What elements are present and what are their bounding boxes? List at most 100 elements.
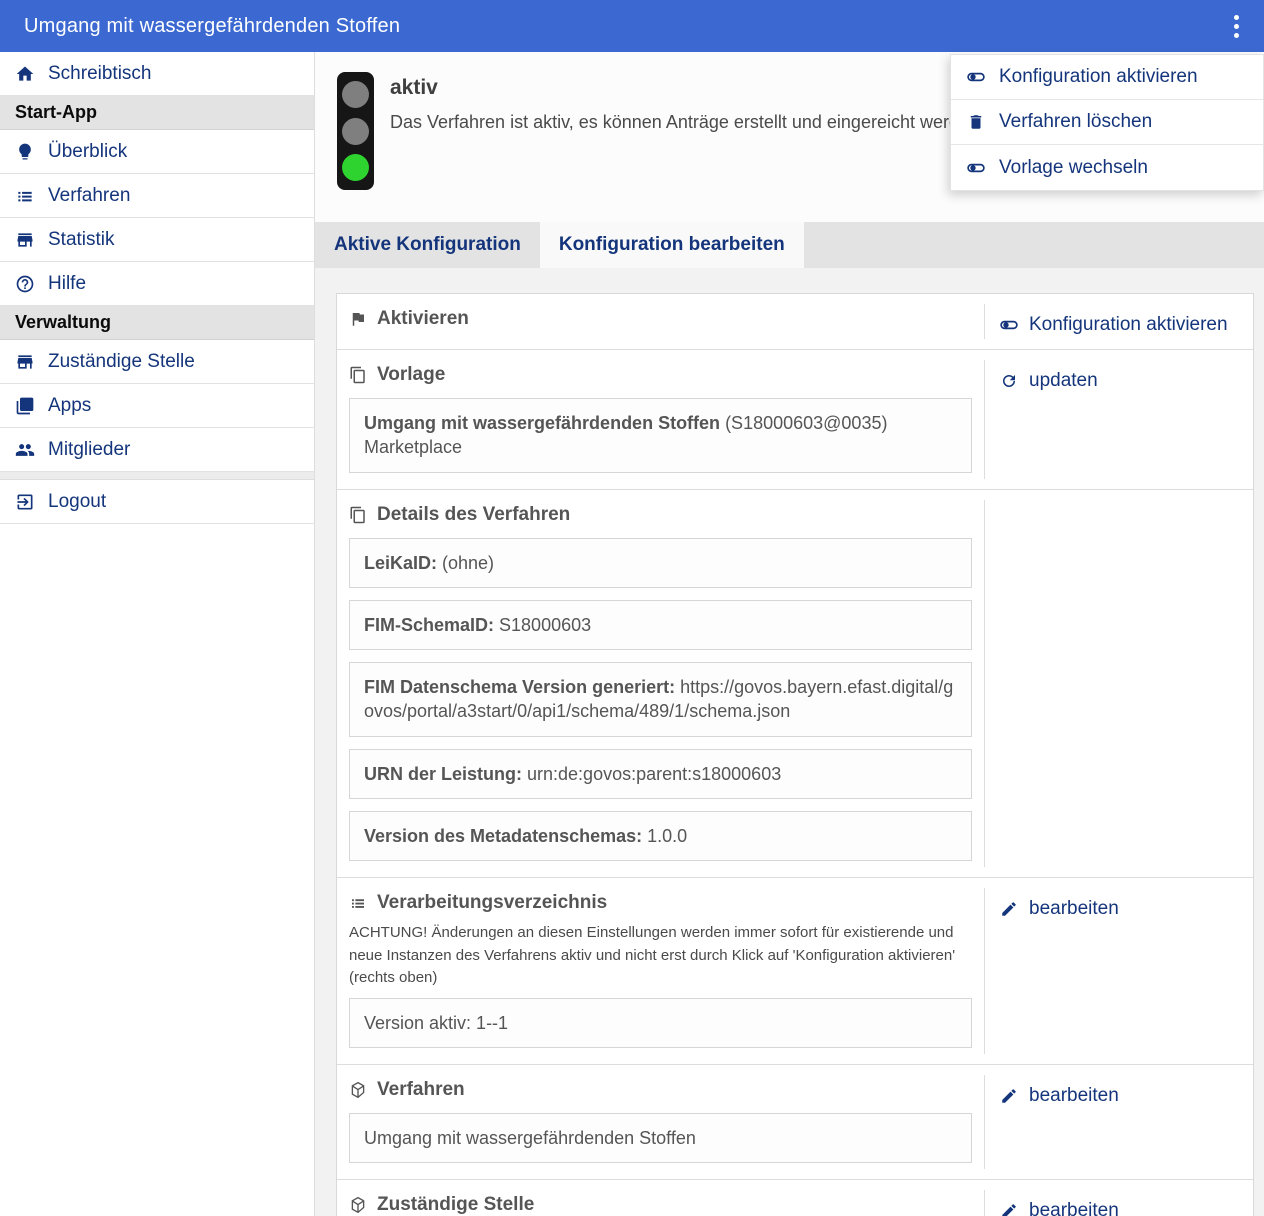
home-icon bbox=[15, 64, 35, 84]
lightbulb-icon bbox=[15, 142, 35, 162]
menu-item-konfiguration-aktivieren[interactable]: Konfiguration aktivieren bbox=[951, 55, 1263, 100]
sidebar: Schreibtisch Start-App Überblick Verfahr… bbox=[0, 52, 315, 1216]
package-icon bbox=[349, 1196, 367, 1214]
copy-icon bbox=[349, 506, 367, 524]
section-verfahren: Verfahren Umgang mit wassergefährdenden … bbox=[337, 1065, 1253, 1180]
section-zustaendige-stelle: Zuständige Stelle Musterstadt - Demoamt … bbox=[337, 1180, 1253, 1216]
logout-icon bbox=[15, 492, 35, 512]
sidebar-item-schreibtisch[interactable]: Schreibtisch bbox=[0, 52, 314, 96]
sidebar-item-label: Logout bbox=[48, 491, 106, 513]
traffic-light-icon bbox=[337, 72, 374, 190]
detail-box-fim-datenschema: FIM Datenschema Version generiert: https… bbox=[349, 662, 972, 737]
action-label: updaten bbox=[1029, 370, 1098, 392]
section-verarbeitungsverzeichnis: Verarbeitungsverzeichnis ACHTUNG! Änderu… bbox=[337, 878, 1253, 1065]
verfahren-value-box: Umgang mit wassergefährdenden Stoffen bbox=[349, 1113, 972, 1163]
package-icon bbox=[349, 1081, 367, 1099]
sidebar-item-label: Verfahren bbox=[48, 185, 130, 207]
menu-item-verfahren-loeschen[interactable]: Verfahren löschen bbox=[951, 100, 1263, 145]
traffic-light-yellow-off bbox=[342, 118, 369, 145]
toggle-icon bbox=[967, 159, 985, 177]
list-icon bbox=[349, 894, 367, 912]
detail-box-urn: URN der Leistung: urn:de:govos:parent:s1… bbox=[349, 749, 972, 799]
status-description: Das Verfahren ist aktiv, es können Anträ… bbox=[390, 112, 984, 133]
sidebar-item-apps[interactable]: Apps bbox=[0, 384, 314, 428]
bearbeiten-button-zustaendige-stelle[interactable]: bearbeiten bbox=[1000, 1200, 1119, 1216]
section-title: Verfahren bbox=[377, 1079, 465, 1101]
section-title: Details des Verfahren bbox=[377, 504, 570, 526]
sidebar-item-mitglieder[interactable]: Mitglieder bbox=[0, 428, 314, 472]
section-title: Vorlage bbox=[377, 364, 445, 386]
sidebar-section-label: Start-App bbox=[15, 102, 97, 123]
action-label: bearbeiten bbox=[1029, 1085, 1119, 1107]
apps-icon bbox=[15, 396, 35, 416]
detail-label: URN der Leistung: bbox=[364, 764, 522, 784]
help-icon bbox=[15, 274, 35, 294]
updaten-button[interactable]: updaten bbox=[1000, 370, 1098, 392]
tab-bar: Aktive Konfiguration Konfiguration bearb… bbox=[315, 222, 1264, 268]
context-dropdown-menu: Konfiguration aktivieren Verfahren lösch… bbox=[950, 54, 1264, 191]
sidebar-item-label: Statistik bbox=[48, 229, 115, 251]
detail-label: Version des Metadatenschemas: bbox=[364, 826, 642, 846]
menu-item-label: Konfiguration aktivieren bbox=[999, 66, 1198, 88]
version-aktiv-box: Version aktiv: 1--1 bbox=[349, 998, 972, 1048]
vorlage-id: (S18000603@0035) bbox=[720, 413, 887, 433]
pencil-icon bbox=[1000, 900, 1018, 918]
store-icon bbox=[15, 230, 35, 250]
bearbeiten-button-verfahren[interactable]: bearbeiten bbox=[1000, 1085, 1119, 1107]
sidebar-item-label: Zuständige Stelle bbox=[48, 351, 195, 373]
sidebar-section-start-app: Start-App bbox=[0, 96, 314, 130]
sidebar-divider bbox=[0, 472, 314, 480]
sidebar-item-ueberblick[interactable]: Überblick bbox=[0, 130, 314, 174]
app-title: Umgang mit wassergefährdenden Stoffen bbox=[24, 15, 1222, 38]
section-vorlage: Vorlage Umgang mit wassergefährdenden St… bbox=[337, 350, 1253, 490]
trash-icon bbox=[967, 113, 985, 131]
sidebar-section-label: Verwaltung bbox=[15, 312, 111, 333]
sidebar-item-statistik[interactable]: Statistik bbox=[0, 218, 314, 262]
detail-label: FIM Datenschema Version generiert: bbox=[364, 677, 675, 697]
vorlage-source: Marketplace bbox=[364, 435, 957, 459]
bearbeiten-button-verarbeitungsverzeichnis[interactable]: bearbeiten bbox=[1000, 898, 1119, 920]
menu-item-label: Vorlage wechseln bbox=[999, 157, 1148, 179]
sidebar-item-verfahren[interactable]: Verfahren bbox=[0, 174, 314, 218]
configuration-card: Aktivieren Konfiguration aktivieren bbox=[336, 293, 1254, 1216]
section-title: Zuständige Stelle bbox=[377, 1194, 534, 1216]
main-area: aktiv Das Verfahren ist aktiv, es können… bbox=[315, 52, 1264, 1216]
sidebar-item-hilfe[interactable]: Hilfe bbox=[0, 262, 314, 306]
sidebar-item-logout[interactable]: Logout bbox=[0, 480, 314, 524]
sidebar-item-label: Mitglieder bbox=[48, 439, 130, 461]
menu-item-label: Verfahren löschen bbox=[999, 111, 1152, 133]
pencil-icon bbox=[1000, 1087, 1018, 1105]
traffic-light-green-on bbox=[342, 154, 369, 181]
detail-value: 1.0.0 bbox=[642, 826, 687, 846]
sidebar-item-label: Hilfe bbox=[48, 273, 86, 295]
sidebar-item-label: Apps bbox=[48, 395, 91, 417]
section-title: Aktivieren bbox=[377, 308, 469, 330]
action-label: bearbeiten bbox=[1029, 898, 1119, 920]
app-header: Umgang mit wassergefährdenden Stoffen bbox=[0, 0, 1264, 52]
section-details-des-verfahren: Details des Verfahren LeiKaID: (ohne) FI… bbox=[337, 490, 1253, 879]
traffic-light-red-off bbox=[342, 81, 369, 108]
content-area: Aktivieren Konfiguration aktivieren bbox=[315, 268, 1264, 1216]
list-icon bbox=[15, 186, 35, 206]
section-aktivieren: Aktivieren Konfiguration aktivieren bbox=[337, 294, 1253, 350]
tab-aktive-konfiguration[interactable]: Aktive Konfiguration bbox=[315, 222, 540, 268]
action-label: Konfiguration aktivieren bbox=[1029, 314, 1228, 336]
section-title: Verarbeitungsverzeichnis bbox=[377, 892, 607, 914]
detail-box-fim-schemaid: FIM-SchemaID: S18000603 bbox=[349, 600, 972, 650]
konfiguration-aktivieren-button[interactable]: Konfiguration aktivieren bbox=[1000, 314, 1228, 336]
sidebar-item-zustaendige-stelle[interactable]: Zuständige Stelle bbox=[0, 340, 314, 384]
tab-konfiguration-bearbeiten[interactable]: Konfiguration bearbeiten bbox=[540, 222, 804, 268]
sidebar-section-verwaltung: Verwaltung bbox=[0, 306, 314, 340]
sidebar-item-label: Überblick bbox=[48, 141, 127, 163]
detail-value: S18000603 bbox=[494, 615, 591, 635]
kebab-menu-icon[interactable] bbox=[1222, 10, 1250, 42]
toggle-icon bbox=[967, 68, 985, 86]
store-icon bbox=[15, 352, 35, 372]
verarbeitungsverzeichnis-warning: ACHTUNG! Änderungen an diesen Einstellun… bbox=[349, 922, 972, 990]
detail-value: (ohne) bbox=[437, 553, 494, 573]
refresh-icon bbox=[1000, 372, 1018, 390]
members-icon bbox=[15, 440, 35, 460]
menu-item-vorlage-wechseln[interactable]: Vorlage wechseln bbox=[951, 145, 1263, 190]
copy-icon bbox=[349, 366, 367, 384]
detail-box-metadatenschema: Version des Metadatenschemas: 1.0.0 bbox=[349, 811, 972, 861]
